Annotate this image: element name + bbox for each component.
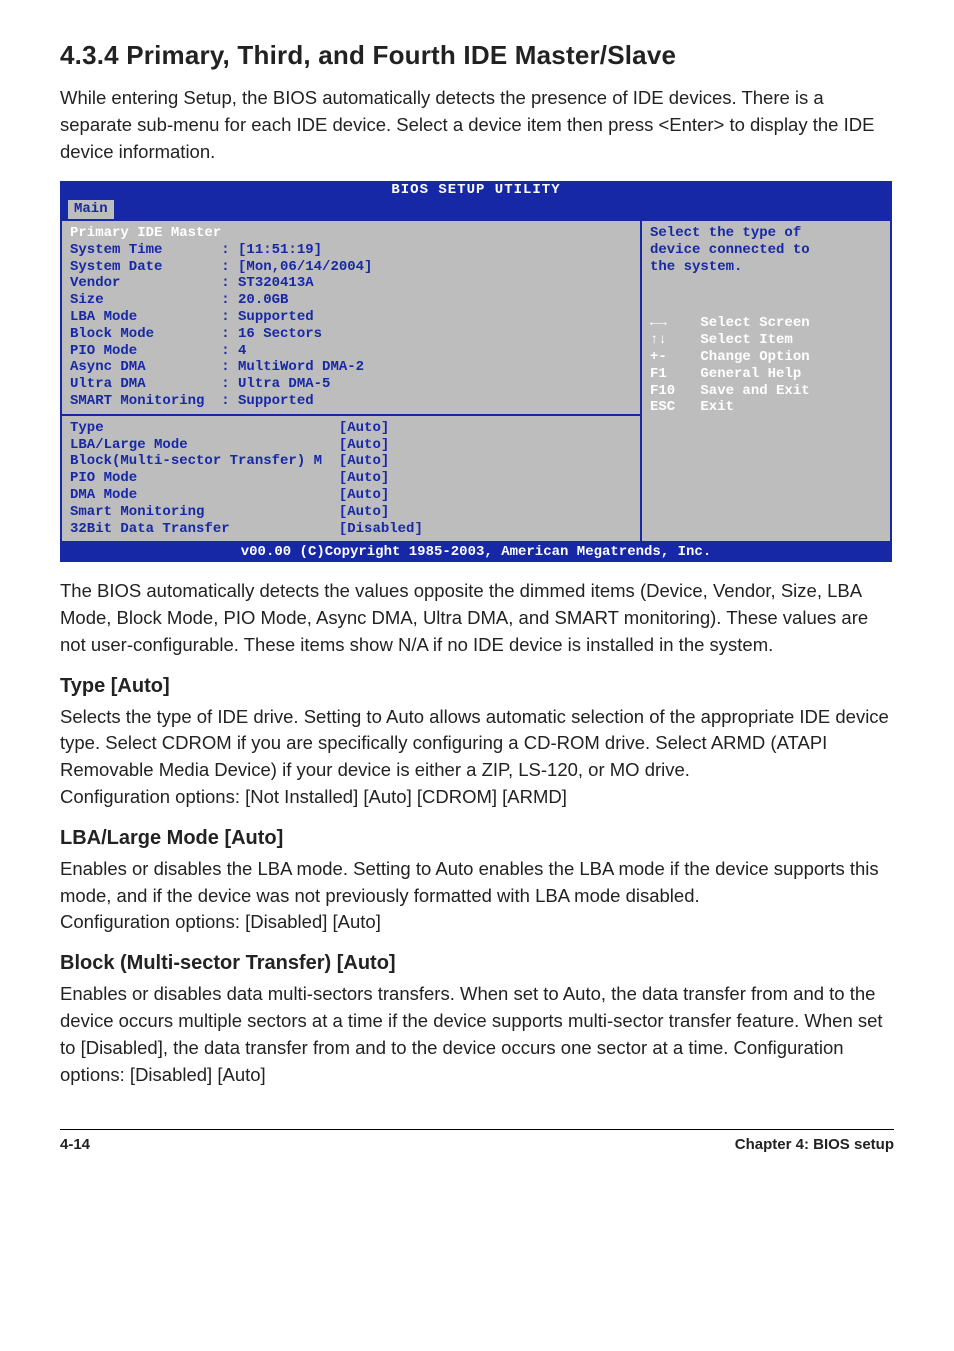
block-paragraph: Enables or disables data multi-sectors t… bbox=[60, 981, 894, 1088]
bios-legend-row: F10 Save and Exit bbox=[650, 383, 882, 400]
bios-tab-main[interactable]: Main bbox=[68, 200, 114, 219]
bios-info-row: LBA Mode : Supported bbox=[70, 309, 632, 326]
intro-paragraph: While entering Setup, the BIOS automatic… bbox=[60, 85, 894, 165]
bios-tab-row: Main bbox=[60, 200, 892, 221]
block-heading: Block (Multi-sector Transfer) [Auto] bbox=[60, 952, 894, 975]
bios-legend-row: +- Change Option bbox=[650, 349, 882, 366]
bios-options-panel: Type [Auto]LBA/Large Mode [Auto]Block(Mu… bbox=[62, 414, 640, 542]
bios-info-row: PIO Mode : 4 bbox=[70, 343, 632, 360]
section-heading: 4.3.4 Primary, Third, and Fourth IDE Mas… bbox=[60, 40, 894, 71]
bios-info-row: SMART Monitoring : Supported bbox=[70, 393, 632, 410]
bios-option-row[interactable]: Type [Auto] bbox=[70, 420, 632, 437]
bios-help-line: the system. bbox=[650, 259, 882, 276]
bios-info-row: Size : 20.0GB bbox=[70, 292, 632, 309]
page-number: 4-14 bbox=[60, 1136, 90, 1153]
bios-option-row[interactable]: LBA/Large Mode [Auto] bbox=[70, 437, 632, 454]
bios-option-row[interactable]: DMA Mode [Auto] bbox=[70, 487, 632, 504]
bios-help-panel: Select the type of device connected to t… bbox=[642, 221, 890, 541]
bios-legend-row: ↑↓ Select Item bbox=[650, 332, 882, 349]
bios-option-row[interactable]: Smart Monitoring [Auto] bbox=[70, 504, 632, 521]
lba-heading: LBA/Large Mode [Auto] bbox=[60, 827, 894, 850]
bios-info-row: System Time : [11:51:19] bbox=[70, 242, 632, 259]
bios-info-row: Vendor : ST320413A bbox=[70, 275, 632, 292]
bios-window: BIOS SETUP UTILITY Main Primary IDE Mast… bbox=[60, 181, 892, 562]
bios-option-row[interactable]: PIO Mode [Auto] bbox=[70, 470, 632, 487]
bios-help-line: device connected to bbox=[650, 242, 882, 259]
bios-legend-row: ESC Exit bbox=[650, 399, 882, 416]
bios-info-row: Async DMA : MultiWord DMA-2 bbox=[70, 359, 632, 376]
bios-info-row: System Date : [Mon,06/14/2004] bbox=[70, 259, 632, 276]
bios-panel-title: Primary IDE Master bbox=[70, 225, 632, 242]
chapter-label: Chapter 4: BIOS setup bbox=[735, 1136, 894, 1153]
bios-legend-row: ←→ Select Screen bbox=[650, 315, 882, 332]
after-bios-paragraph: The BIOS automatically detects the value… bbox=[60, 578, 894, 658]
bios-help-line: Select the type of bbox=[650, 225, 882, 242]
type-heading: Type [Auto] bbox=[60, 675, 894, 698]
page-footer: 4-14 Chapter 4: BIOS setup bbox=[60, 1129, 894, 1153]
lba-paragraph: Enables or disables the LBA mode. Settin… bbox=[60, 856, 894, 936]
bios-legend: ←→ Select Screen↑↓ Select Item+- Change … bbox=[650, 315, 882, 416]
bios-legend-row: F1 General Help bbox=[650, 366, 882, 383]
bios-title: BIOS SETUP UTILITY bbox=[60, 181, 892, 200]
bios-info-row: Ultra DMA : Ultra DMA-5 bbox=[70, 376, 632, 393]
type-paragraph: Selects the type of IDE drive. Setting t… bbox=[60, 704, 894, 811]
bios-info-panel: Primary IDE Master System Time : [11:51:… bbox=[62, 221, 640, 414]
bios-footer: v00.00 (C)Copyright 1985-2003, American … bbox=[60, 543, 892, 562]
bios-info-row: Block Mode : 16 Sectors bbox=[70, 326, 632, 343]
bios-option-row[interactable]: 32Bit Data Transfer [Disabled] bbox=[70, 521, 632, 538]
bios-option-row[interactable]: Block(Multi-sector Transfer) M [Auto] bbox=[70, 453, 632, 470]
